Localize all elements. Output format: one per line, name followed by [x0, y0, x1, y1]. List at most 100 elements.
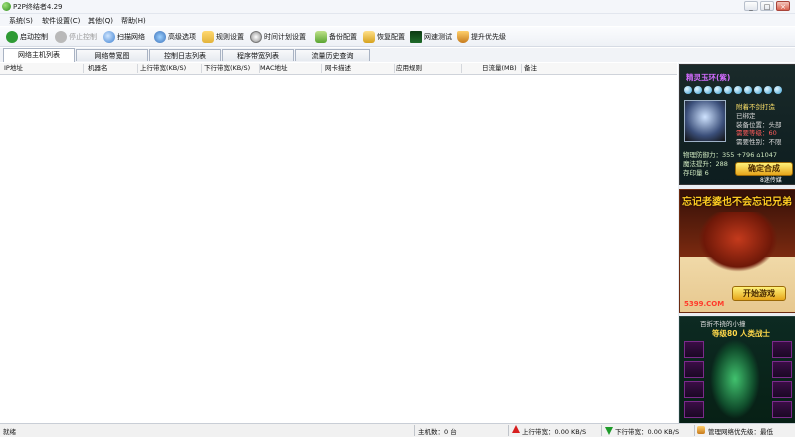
gem-icon	[764, 86, 772, 94]
equipment-slot-icon	[772, 341, 792, 358]
gem-icon	[694, 86, 702, 94]
tab-strip: 网络主机列表 网络带宽图 控制日志列表 程序带宽列表 流量历史查询	[0, 48, 795, 62]
tab-program-bandwidth[interactable]: 程序带宽列表	[222, 49, 294, 61]
host-table-header: IP地址 机器名 上行带宽(KB/S) 下行带宽(KB/S) MAC地址 网卡描…	[0, 63, 677, 75]
speed-monitor-icon	[410, 30, 422, 43]
item-portrait	[684, 100, 726, 142]
status-divider	[414, 425, 415, 436]
menu-other[interactable]: 其他(Q)	[88, 16, 113, 26]
host-table-body[interactable]	[0, 75, 677, 421]
toolbar: 启动控制 停止控制 扫描网络 高级选项 规则设置 时间计划设置 备份配置 恢复配…	[0, 27, 795, 47]
menu-system[interactable]: 系统(S)	[9, 16, 33, 26]
scan-network-label: 扫描网络	[117, 32, 145, 41]
tab-host-list[interactable]: 网络主机列表	[3, 48, 75, 62]
equipment-slot-icon	[772, 361, 792, 378]
gem-icon	[714, 86, 722, 94]
speed-test-label: 网速测试	[424, 32, 452, 41]
maximize-button[interactable]: □	[760, 1, 774, 11]
status-upload: 上行带宽：0.00 KB/S	[522, 428, 587, 436]
ad1-stat: 存印量 6	[683, 169, 709, 177]
gem-icon	[744, 86, 752, 94]
ad-item-game-banner[interactable]: 忘记老婆也不会忘记兄弟 开始游戏 5399.COM	[679, 189, 795, 313]
title-bar: P2P终结者4.29 _ □ ×	[0, 0, 795, 14]
speed-test-button[interactable]: 网速测试	[410, 29, 452, 44]
column-rules[interactable]: 应用规则	[396, 64, 462, 73]
ad-item-warrior[interactable]: 百折不挠的小撞 等级80 人类战士	[679, 316, 795, 425]
ad3-title: 百折不挠的小撞	[700, 320, 746, 328]
upload-arrow-icon	[512, 425, 520, 433]
ad1-footer: 8迷传媒	[760, 177, 782, 184]
start-game-button[interactable]: 开始游戏	[732, 286, 786, 301]
start-control-label: 启动控制	[20, 32, 48, 41]
monster-image	[698, 212, 778, 272]
advanced-options-label: 高级选项	[168, 32, 196, 41]
equipment-slot-icon	[684, 381, 704, 398]
scan-network-button[interactable]: 扫描网络	[103, 29, 145, 44]
raise-priority-button[interactable]: 提升优先级	[457, 29, 506, 44]
gem-icon	[734, 86, 742, 94]
status-divider	[601, 425, 602, 436]
tab-bandwidth-graph[interactable]: 网络带宽图	[76, 49, 148, 61]
magnifier-icon	[103, 30, 115, 43]
stop-control-button[interactable]: 停止控制	[55, 29, 97, 44]
raise-priority-label: 提升优先级	[471, 32, 506, 41]
gem-icon	[754, 86, 762, 94]
restore-config-label: 恢复配置	[377, 32, 405, 41]
backup-icon	[315, 30, 327, 43]
status-priority-icon	[697, 426, 705, 435]
column-download[interactable]: 下行带宽(KB/S)	[204, 64, 260, 73]
advanced-options-button[interactable]: 高级选项	[154, 29, 196, 44]
ad-item-equipment[interactable]: 精灵玉环(紫) 附着不剑打造 已绑定 装备位置：头部 需要等级：60 需要性别：…	[679, 64, 795, 185]
equipment-slot-icon	[684, 361, 704, 378]
column-notes[interactable]: 备注	[524, 64, 674, 73]
status-priority: 管理网络优先级：最低	[708, 428, 773, 436]
rule-settings-button[interactable]: 规则设置	[202, 29, 244, 44]
status-download: 下行带宽：0.00 KB/S	[615, 428, 680, 436]
minimize-button[interactable]: _	[744, 1, 758, 11]
gem-icon	[774, 86, 782, 94]
close-button[interactable]: ×	[776, 1, 790, 11]
shield-icon	[457, 30, 469, 43]
status-divider	[508, 425, 509, 436]
stop-control-label: 停止控制	[69, 32, 97, 41]
folder-icon	[202, 30, 214, 43]
ad2-site: 5399.COM	[684, 300, 725, 308]
menu-bar: 系统(S) 软件设置(C) 其他(Q) 帮助(H)	[0, 14, 795, 26]
play-check-icon	[6, 30, 18, 43]
ad1-line: 需要性别：不限	[736, 138, 782, 146]
column-nic-desc[interactable]: 网卡描述	[325, 64, 395, 73]
column-daily-traffic[interactable]: 日流量(MB)	[482, 64, 522, 73]
restore-config-button[interactable]: 恢复配置	[363, 29, 405, 44]
ad-panel: 精灵玉环(紫) 附着不剑打造 已绑定 装备位置：头部 需要等级：60 需要性别：…	[678, 63, 795, 425]
clock-icon	[250, 30, 262, 43]
menu-software-settings[interactable]: 软件设置(C)	[42, 16, 80, 26]
app-logo-icon	[2, 2, 11, 11]
ad1-title: 精灵玉环(紫)	[686, 73, 731, 82]
tab-traffic-history[interactable]: 流量历史查询	[295, 49, 370, 61]
column-machine-name[interactable]: 机器名	[88, 64, 138, 73]
confirm-synthesis-button[interactable]: 确定合成	[735, 162, 793, 176]
schedule-settings-button[interactable]: 时间计划设置	[250, 29, 306, 44]
ad2-title: 忘记老婆也不会忘记兄弟	[682, 197, 792, 208]
equipment-slot-icon	[684, 341, 704, 358]
rule-settings-label: 规则设置	[216, 32, 244, 41]
status-ready: 就绪	[3, 428, 16, 436]
column-ip[interactable]: IP地址	[4, 64, 84, 73]
equipment-slot-icon	[772, 381, 792, 398]
backup-config-label: 备份配置	[329, 32, 357, 41]
menu-help[interactable]: 帮助(H)	[121, 16, 146, 26]
column-upload[interactable]: 上行带宽(KB/S)	[140, 64, 202, 73]
equipment-slot-icon	[772, 401, 792, 418]
equipment-slot-icon	[684, 401, 704, 418]
column-mac[interactable]: MAC地址	[260, 64, 322, 73]
download-arrow-icon	[605, 427, 613, 435]
gem-icon	[724, 86, 732, 94]
network-icon	[154, 30, 166, 43]
tab-control-log[interactable]: 控制日志列表	[149, 49, 221, 61]
gem-icon	[704, 86, 712, 94]
gem-icon	[684, 86, 692, 94]
restore-icon	[363, 30, 375, 43]
start-control-button[interactable]: 启动控制	[6, 29, 48, 44]
backup-config-button[interactable]: 备份配置	[315, 29, 357, 44]
hero-image	[710, 339, 760, 419]
